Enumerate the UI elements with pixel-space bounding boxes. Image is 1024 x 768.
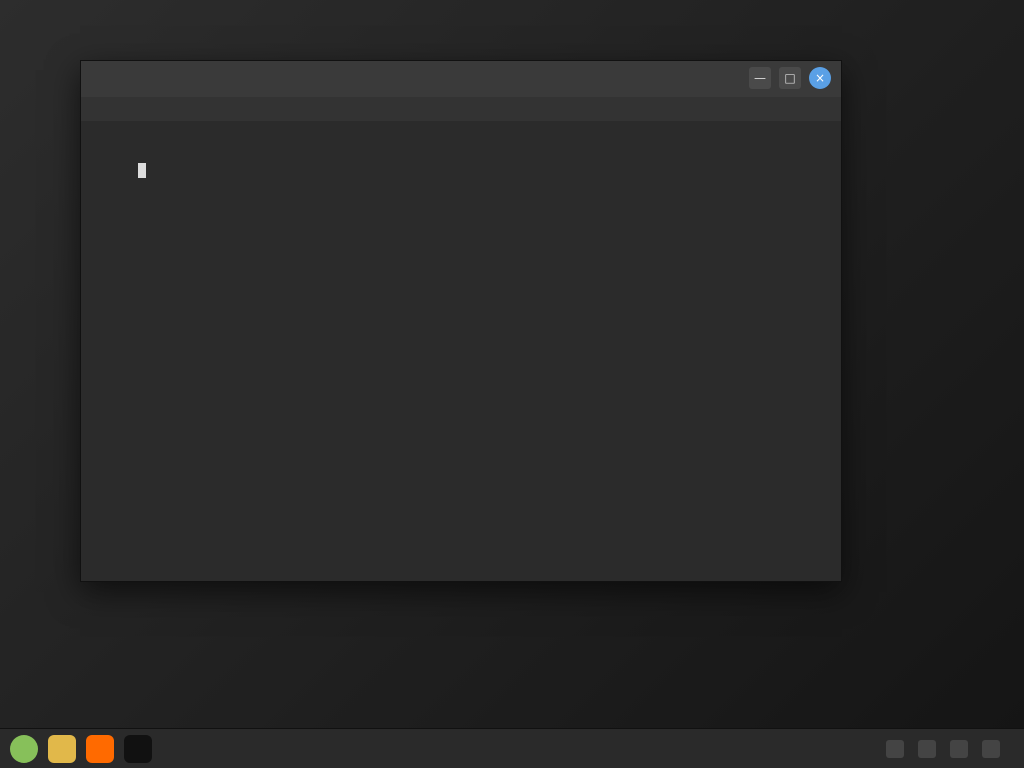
terminal-output[interactable] (81, 121, 841, 561)
files-icon[interactable] (48, 734, 76, 763)
maximize-button[interactable]: □ (779, 67, 801, 89)
close-button[interactable]: × (809, 67, 831, 89)
system-tray (886, 739, 1014, 758)
notifications-icon[interactable] (886, 739, 904, 758)
network-icon[interactable] (950, 739, 968, 758)
minimize-button[interactable]: — (749, 67, 771, 89)
window-titlebar[interactable]: — □ × (81, 61, 841, 97)
menubar (81, 97, 841, 121)
browser-icon[interactable] (86, 734, 114, 763)
menu-icon[interactable] (10, 734, 38, 763)
prompt-line (91, 129, 831, 197)
window-controls: — □ × (749, 67, 831, 89)
terminal-window: — □ × (80, 60, 842, 582)
taskbar (0, 728, 1024, 768)
shield-icon[interactable] (918, 739, 936, 758)
taskbar-launchers (10, 734, 152, 763)
cursor (137, 163, 146, 178)
terminal-icon[interactable] (124, 734, 152, 763)
volume-icon[interactable] (982, 739, 1000, 758)
